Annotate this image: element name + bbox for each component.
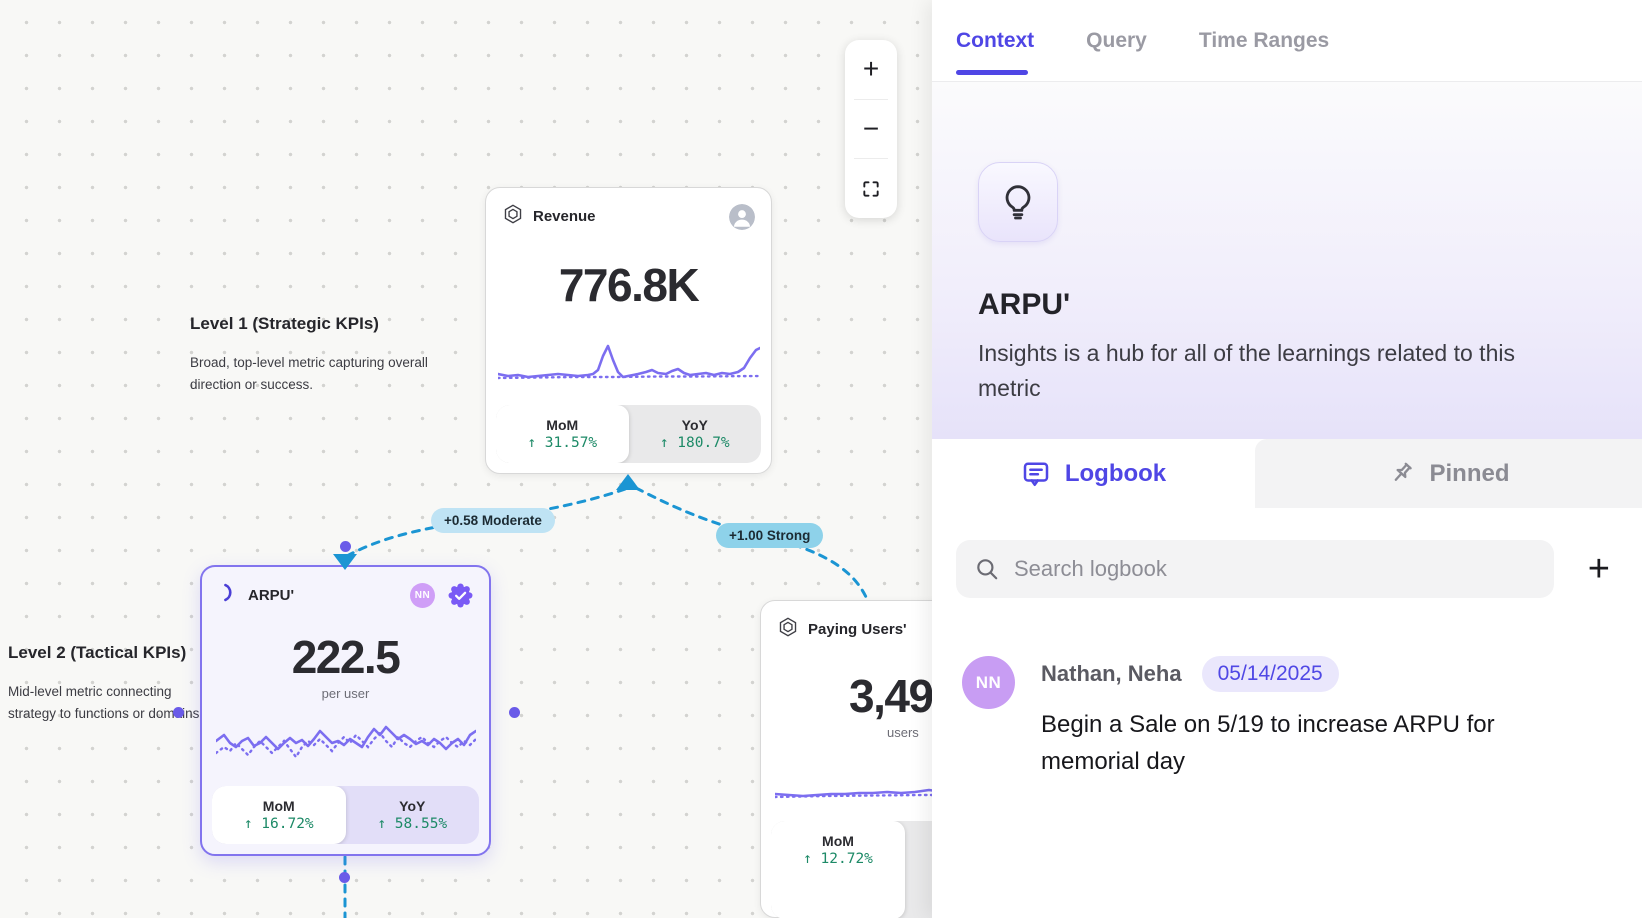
pinned-tab-label: Pinned bbox=[1429, 460, 1509, 488]
hexagon-icon bbox=[502, 203, 524, 230]
logbook-entry[interactable]: NN Nathan, Neha 05/14/2025 Begin a Sale … bbox=[932, 598, 1642, 780]
logbook-search-box[interactable] bbox=[956, 540, 1554, 598]
mom-value: ↑ 31.57% bbox=[527, 435, 597, 451]
yoy-value: ↑ 58.55% bbox=[377, 816, 447, 832]
zoom-out-button[interactable]: − bbox=[845, 100, 897, 159]
tab-context[interactable]: Context bbox=[956, 0, 1034, 81]
lightbulb-icon bbox=[978, 162, 1058, 242]
crescent-icon bbox=[218, 582, 239, 608]
fullscreen-icon bbox=[861, 179, 881, 199]
zoom-in-button[interactable]: + bbox=[845, 40, 897, 99]
metric-value: 776.8K bbox=[486, 258, 771, 312]
zoom-toolbar: + − bbox=[845, 40, 897, 218]
add-entry-button[interactable]: + bbox=[1580, 550, 1618, 588]
connection-dot-arpu-top[interactable] bbox=[340, 541, 351, 552]
search-input[interactable] bbox=[1014, 556, 1536, 582]
logbook-tab-label: Logbook bbox=[1065, 460, 1166, 488]
tab-pinned[interactable]: Pinned bbox=[1255, 439, 1642, 508]
panel-tab-bar: Context Query Time Ranges bbox=[932, 0, 1642, 82]
mom-toggle[interactable]: MoM ↑ 12.72% bbox=[771, 821, 905, 918]
metric-card-revenue[interactable]: Revenue 776.8K MoM ↑ 31.57% bbox=[485, 187, 772, 474]
context-panel: Context Query Time Ranges ARPU' Insights… bbox=[932, 0, 1642, 918]
entry-text: Begin a Sale on 5/19 to increase ARPU fo… bbox=[1041, 706, 1541, 780]
search-icon bbox=[974, 556, 1000, 582]
owner-avatar-icon[interactable] bbox=[729, 204, 755, 230]
metric-tree-app: Level 1 (Strategic KPIs) Broad, top-leve… bbox=[0, 0, 1642, 918]
entry-author: Nathan, Neha bbox=[1041, 661, 1182, 687]
logbook-chat-icon bbox=[1021, 459, 1051, 489]
logbook-pinned-tabs: Logbook Pinned bbox=[932, 439, 1642, 508]
mom-label: MoM bbox=[546, 417, 578, 433]
mom-value: ↑ 16.72% bbox=[244, 816, 314, 832]
level1-title: Level 1 (Strategic KPIs) bbox=[190, 314, 379, 334]
entry-body: Nathan, Neha 05/14/2025 Begin a Sale on … bbox=[1041, 656, 1541, 780]
pin-icon bbox=[1387, 460, 1415, 488]
mom-toggle[interactable]: MoM ↑ 16.72% bbox=[212, 786, 346, 844]
fit-view-button[interactable] bbox=[845, 159, 897, 218]
tab-logbook[interactable]: Logbook bbox=[932, 439, 1255, 508]
yoy-toggle[interactable]: YoY ↑ 180.7% bbox=[629, 405, 762, 463]
hexagon-icon bbox=[777, 616, 799, 643]
metric-context-subtitle: Insights is a hub for all of the learnin… bbox=[978, 336, 1558, 405]
arrowhead-into-arpu bbox=[333, 554, 357, 570]
logbook-search-row: + bbox=[932, 508, 1642, 598]
metric-value: 222.5 bbox=[202, 630, 489, 684]
verified-badge-icon bbox=[448, 583, 473, 608]
card-title: Revenue bbox=[533, 208, 596, 225]
connection-dot-arpu-right[interactable] bbox=[509, 707, 520, 718]
connection-dot-arpu-left[interactable] bbox=[173, 707, 184, 718]
metric-card-arpu[interactable]: ARPU' NN 222.5 bbox=[200, 565, 491, 856]
level1-description: Broad, top-level metric capturing overal… bbox=[190, 352, 430, 395]
card-title: Paying Users' bbox=[808, 621, 907, 638]
level2-description: Mid-level metric connecting strategy to … bbox=[8, 681, 220, 724]
yoy-label: YoY bbox=[399, 798, 425, 814]
yoy-toggle[interactable]: YoY ↑ 58.55% bbox=[346, 786, 480, 844]
mom-value: ↑ 12.72% bbox=[803, 851, 873, 867]
arrowhead-into-revenue bbox=[616, 474, 640, 490]
mom-toggle[interactable]: MoM ↑ 31.57% bbox=[496, 405, 629, 463]
sparkline-chart bbox=[498, 338, 760, 386]
entry-date-badge[interactable]: 05/14/2025 bbox=[1202, 656, 1339, 692]
card-title: ARPU' bbox=[248, 587, 294, 604]
correlation-badge-strong[interactable]: +1.00 Strong bbox=[716, 523, 823, 548]
yoy-value: ↑ 180.7% bbox=[660, 435, 730, 451]
yoy-label: YoY bbox=[682, 417, 708, 433]
sparkline-chart bbox=[216, 713, 476, 773]
connection-dot-arpu-bottom[interactable] bbox=[339, 872, 350, 883]
tab-query[interactable]: Query bbox=[1086, 0, 1147, 81]
mom-label: MoM bbox=[263, 798, 295, 814]
mom-label: MoM bbox=[822, 833, 854, 849]
correlation-badge-moderate[interactable]: +0.58 Moderate bbox=[431, 508, 555, 533]
metric-name-heading: ARPU' bbox=[978, 288, 1596, 322]
metric-tree-canvas[interactable]: Level 1 (Strategic KPIs) Broad, top-leve… bbox=[0, 0, 932, 918]
entry-avatar: NN bbox=[962, 656, 1015, 709]
tab-time-ranges[interactable]: Time Ranges bbox=[1199, 0, 1329, 81]
metric-context-header: ARPU' Insights is a hub for all of the l… bbox=[932, 82, 1642, 439]
level2-title: Level 2 (Tactical KPIs) bbox=[8, 643, 186, 663]
owner-initials-badge[interactable]: NN bbox=[410, 583, 435, 608]
metric-unit: per user bbox=[202, 686, 489, 701]
